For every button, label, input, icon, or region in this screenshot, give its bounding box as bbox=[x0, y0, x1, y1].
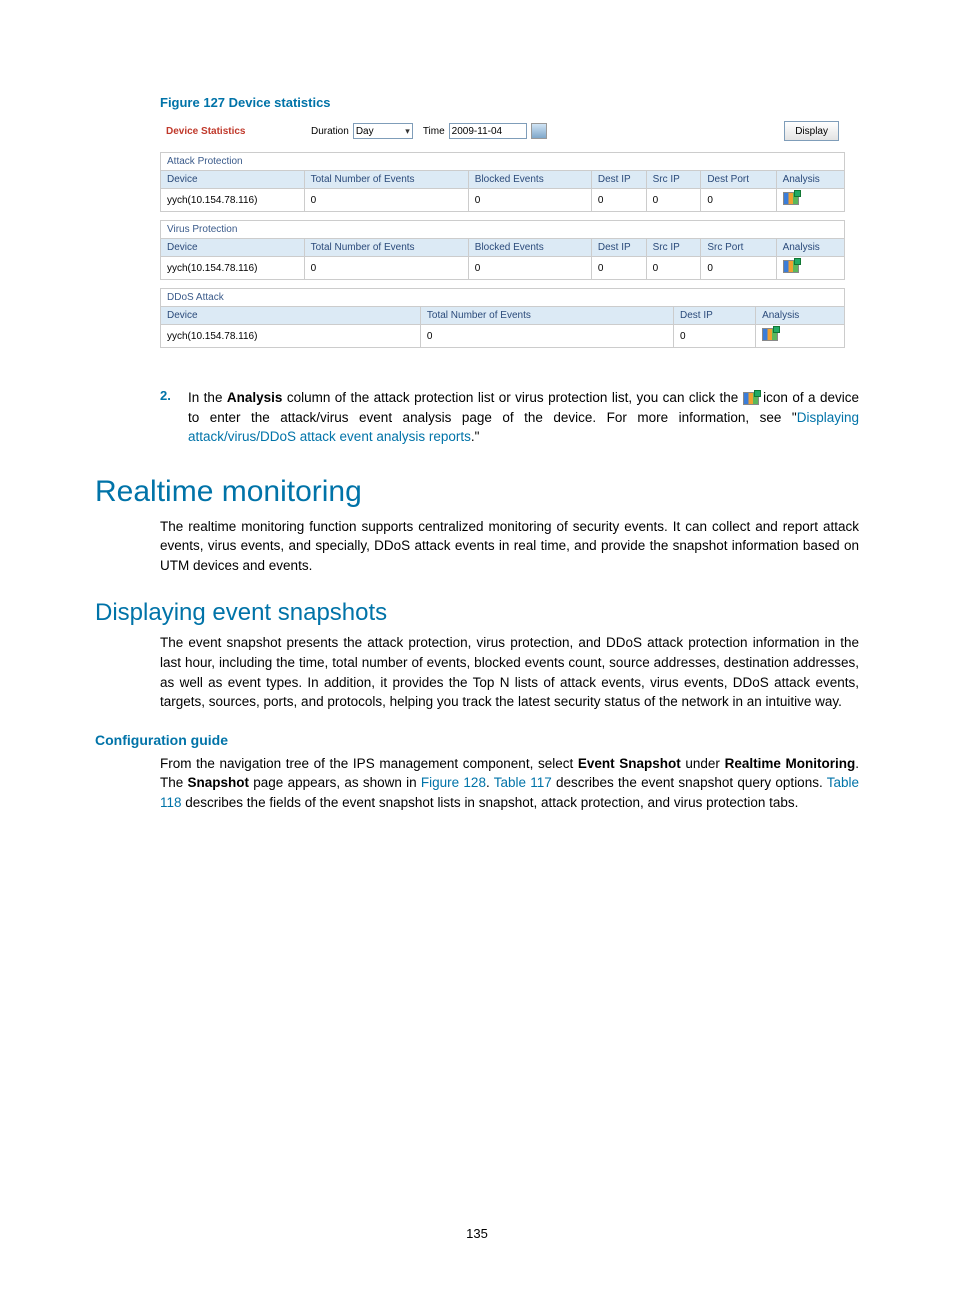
t: ." bbox=[471, 429, 480, 444]
figure-caption: Figure 127 Device statistics bbox=[160, 95, 859, 110]
cell: 0 bbox=[304, 257, 468, 280]
col-header: Dest IP bbox=[673, 307, 755, 325]
controls-row: Device Statistics Duration Day ▾ Time 20… bbox=[160, 118, 845, 144]
attack-protection-table: Attack Protection Device Total Number of… bbox=[160, 152, 845, 212]
step-number: 2. bbox=[160, 388, 170, 403]
col-header: Device bbox=[161, 307, 421, 325]
cell: 0 bbox=[468, 189, 591, 212]
cell: 0 bbox=[468, 257, 591, 280]
t: Realtime Monitoring bbox=[725, 756, 856, 771]
t: column of the attack protection list or … bbox=[282, 390, 742, 405]
link-figure-128[interactable]: Figure 128 bbox=[421, 775, 486, 790]
device-statistics-panel: Device Statistics Duration Day ▾ Time 20… bbox=[160, 118, 845, 348]
time-value: 2009-11-04 bbox=[452, 126, 502, 137]
table-row: yych(10.154.78.116) 0 0 bbox=[161, 325, 845, 348]
col-header: Blocked Events bbox=[468, 239, 591, 257]
calendar-icon[interactable] bbox=[531, 123, 547, 139]
table-row: yych(10.154.78.116) 0 0 0 0 0 bbox=[161, 189, 845, 212]
link-table-117[interactable]: Table 117 bbox=[494, 775, 552, 790]
col-header: Dest Port bbox=[701, 171, 776, 189]
cell: yych(10.154.78.116) bbox=[161, 325, 421, 348]
analysis-icon[interactable] bbox=[783, 192, 799, 205]
analysis-cell bbox=[756, 325, 845, 348]
section-title: Virus Protection bbox=[161, 221, 845, 239]
cell: 0 bbox=[591, 257, 646, 280]
step-2: 2. In the Analysis column of the attack … bbox=[95, 388, 859, 447]
analysis-cell bbox=[776, 189, 844, 212]
paragraph: The event snapshot presents the attack p… bbox=[160, 633, 859, 711]
analysis-icon bbox=[743, 392, 759, 405]
paragraph: The realtime monitoring function support… bbox=[160, 517, 859, 576]
col-header: Dest IP bbox=[591, 239, 646, 257]
paragraph: From the navigation tree of the IPS mana… bbox=[160, 754, 859, 813]
col-header: Device bbox=[161, 239, 305, 257]
col-header: Analysis bbox=[756, 307, 845, 325]
duration-value: Day bbox=[356, 126, 374, 137]
col-header: Blocked Events bbox=[468, 171, 591, 189]
t: Analysis bbox=[227, 390, 283, 405]
t: describes the event snapshot query optio… bbox=[552, 775, 827, 790]
cell: 0 bbox=[420, 325, 673, 348]
duration-label: Duration bbox=[311, 126, 349, 137]
virus-protection-table: Virus Protection Device Total Number of … bbox=[160, 220, 845, 280]
col-header: Total Number of Events bbox=[420, 307, 673, 325]
table-row: yych(10.154.78.116) 0 0 0 0 0 bbox=[161, 257, 845, 280]
page-number: 135 bbox=[0, 1226, 954, 1241]
time-label: Time bbox=[423, 126, 445, 137]
col-header: Analysis bbox=[776, 239, 844, 257]
analysis-icon[interactable] bbox=[762, 328, 778, 341]
cell: yych(10.154.78.116) bbox=[161, 257, 305, 280]
cell: 0 bbox=[701, 257, 776, 280]
analysis-icon[interactable] bbox=[783, 260, 799, 273]
heading-displaying-event-snapshots: Displaying event snapshots bbox=[95, 599, 859, 627]
col-header: Src IP bbox=[646, 239, 701, 257]
t: . bbox=[486, 775, 494, 790]
step-text: In the Analysis column of the attack pro… bbox=[188, 388, 859, 447]
col-header: Dest IP bbox=[591, 171, 646, 189]
time-input[interactable]: 2009-11-04 bbox=[449, 123, 527, 139]
section-title: Attack Protection bbox=[161, 153, 845, 171]
col-header: Total Number of Events bbox=[304, 171, 468, 189]
cell: yych(10.154.78.116) bbox=[161, 189, 305, 212]
col-header: Total Number of Events bbox=[304, 239, 468, 257]
cell: 0 bbox=[673, 325, 755, 348]
col-header: Src Port bbox=[701, 239, 776, 257]
duration-select[interactable]: Day ▾ bbox=[353, 123, 413, 139]
t: page appears, as shown in bbox=[249, 775, 421, 790]
analysis-cell bbox=[776, 257, 844, 280]
heading-realtime-monitoring: Realtime monitoring bbox=[95, 475, 859, 509]
cell: 0 bbox=[701, 189, 776, 212]
col-header: Src IP bbox=[646, 171, 701, 189]
heading-configuration-guide: Configuration guide bbox=[95, 732, 859, 748]
t: Event Snapshot bbox=[578, 756, 681, 771]
t: Snapshot bbox=[188, 775, 250, 790]
cell: 0 bbox=[646, 257, 701, 280]
col-header: Device bbox=[161, 171, 305, 189]
ddos-attack-table: DDoS Attack Device Total Number of Event… bbox=[160, 288, 845, 348]
chevron-down-icon: ▾ bbox=[405, 126, 410, 137]
cell: 0 bbox=[304, 189, 468, 212]
t: describes the fields of the event snapsh… bbox=[182, 795, 799, 810]
col-header: Analysis bbox=[776, 171, 844, 189]
cell: 0 bbox=[646, 189, 701, 212]
display-button[interactable]: Display bbox=[784, 121, 839, 141]
t: From the navigation tree of the IPS mana… bbox=[160, 756, 578, 771]
section-title: DDoS Attack bbox=[161, 289, 845, 307]
t: In the bbox=[188, 390, 227, 405]
t: under bbox=[681, 756, 725, 771]
cell: 0 bbox=[591, 189, 646, 212]
panel-title: Device Statistics bbox=[166, 126, 311, 137]
